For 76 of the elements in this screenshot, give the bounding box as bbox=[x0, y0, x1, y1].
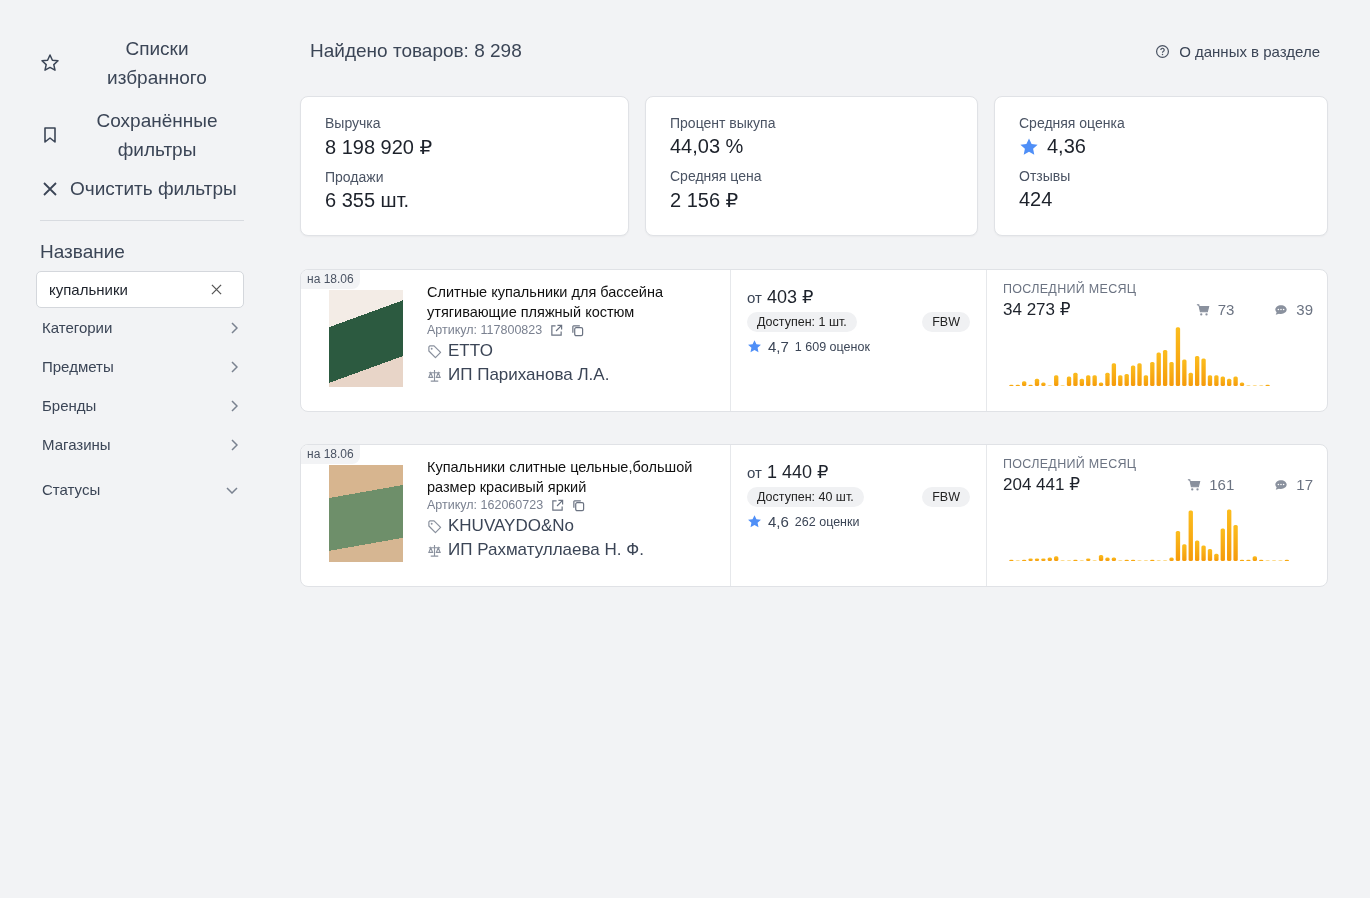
orders-count: 161 bbox=[1209, 476, 1235, 493]
stock-chip: Доступен: 40 шт. bbox=[747, 487, 864, 507]
metric-label: Средняя цена bbox=[670, 168, 763, 184]
name-search-field[interactable]: купальники bbox=[36, 271, 244, 308]
metric-value: 424 bbox=[1019, 188, 1053, 211]
scales-icon bbox=[427, 542, 442, 558]
star-icon bbox=[747, 339, 762, 354]
copy-icon[interactable] bbox=[572, 498, 586, 512]
cart-icon bbox=[1187, 477, 1202, 492]
tag-icon bbox=[427, 343, 442, 359]
external-link-icon[interactable] bbox=[551, 498, 565, 512]
metric-value: 6 355 шт. bbox=[325, 189, 410, 212]
metric-label: Выручка bbox=[325, 115, 382, 131]
help-icon bbox=[1155, 43, 1171, 59]
product-title[interactable]: Слитные купальники для бассейна утягивающие пляжный костюм bbox=[427, 282, 722, 322]
monthly-revenue: 204 441 ₽ bbox=[1003, 474, 1081, 495]
fulfillment-chip: FBW bbox=[922, 312, 970, 332]
date-badge: на 18.06 bbox=[301, 445, 360, 464]
copy-icon[interactable] bbox=[571, 323, 585, 337]
reviews-count: 39 bbox=[1296, 301, 1313, 318]
date-badge: на 18.06 bbox=[301, 270, 360, 289]
brand-link[interactable]: ETTO bbox=[448, 341, 494, 361]
clear-icon[interactable] bbox=[211, 284, 222, 295]
price: 403 ₽ bbox=[766, 286, 814, 308]
reviews-count: 17 bbox=[1296, 476, 1313, 493]
sidebar-action-link[interactable]: Сохранённые фильтры bbox=[87, 106, 227, 164]
metric-label: Отзывы bbox=[1019, 168, 1072, 184]
product-title[interactable]: Купальники слитные цельные,большой размер красивый яркий bbox=[427, 457, 722, 497]
metric-label: Процент выкупа bbox=[670, 115, 777, 131]
chevron-right-icon bbox=[230, 321, 238, 334]
external-link-icon[interactable] bbox=[550, 323, 564, 337]
ratings-count: 262 оценки bbox=[794, 514, 860, 529]
tag-icon bbox=[427, 518, 442, 534]
monthly-revenue: 34 273 ₽ bbox=[1003, 299, 1072, 320]
ratings-count: 1 609 оценок bbox=[794, 339, 870, 354]
filter-item[interactable]: Статусы bbox=[42, 481, 101, 498]
chevron-down-icon bbox=[226, 485, 238, 494]
metric-label: Продажи bbox=[325, 169, 385, 185]
metric-value: 8 198 920 ₽ bbox=[325, 135, 433, 159]
filter-item[interactable]: Категории bbox=[42, 319, 113, 336]
sidebar-action-link[interactable]: Списки избранного bbox=[87, 34, 227, 92]
seller-link[interactable]: ИП Париханова Л.А. bbox=[448, 365, 610, 385]
chevron-right-icon bbox=[230, 360, 238, 373]
sidebar-action-link[interactable]: Очистить фильтры bbox=[70, 178, 237, 200]
period-label: ПОСЛЕДНИЙ МЕСЯЦ bbox=[1003, 457, 1138, 471]
price-prefix: от bbox=[747, 289, 762, 306]
filter-item[interactable]: Предметы bbox=[42, 358, 114, 375]
chevron-right-icon bbox=[230, 399, 238, 412]
chat-icon bbox=[1274, 302, 1289, 317]
brand-link[interactable]: KHUVAYDO&No bbox=[448, 516, 574, 536]
cart-icon bbox=[1195, 302, 1210, 317]
scales-icon bbox=[427, 367, 442, 383]
seller-link[interactable]: ИП Рахматуллаева Н. Ф. bbox=[448, 540, 644, 560]
chat-icon bbox=[1274, 477, 1289, 492]
fulfillment-chip: FBW bbox=[922, 487, 970, 507]
star-icon bbox=[40, 53, 60, 73]
about-data-link[interactable]: О данных в разделе bbox=[1179, 42, 1320, 60]
article-number: Артикул: 117800823 bbox=[427, 323, 543, 337]
metric-label: Средняя оценка bbox=[1019, 115, 1126, 131]
period-label: ПОСЛЕДНИЙ МЕСЯЦ bbox=[1003, 282, 1138, 296]
metric-value: 4,36 bbox=[1047, 135, 1086, 158]
filter-item[interactable]: Бренды bbox=[42, 397, 97, 414]
rating-value: 4,7 bbox=[768, 338, 789, 355]
stock-chip: Доступен: 1 шт. bbox=[747, 312, 857, 332]
results-count: Найдено товаров: 8 298 bbox=[310, 40, 522, 62]
filter-title: Название bbox=[40, 241, 126, 263]
price: 1 440 ₽ bbox=[766, 461, 829, 483]
rating-value: 4,6 bbox=[768, 513, 789, 530]
metric-value: 2 156 ₽ bbox=[670, 188, 739, 212]
orders-count: 73 bbox=[1217, 301, 1235, 318]
chevron-right-icon bbox=[230, 438, 238, 451]
price-prefix: от bbox=[747, 464, 762, 481]
metric-value: 44,03 % bbox=[670, 135, 744, 158]
filter-item[interactable]: Магазины bbox=[42, 436, 111, 453]
article-number: Артикул: 162060723 bbox=[427, 498, 544, 512]
star-icon bbox=[747, 514, 762, 529]
